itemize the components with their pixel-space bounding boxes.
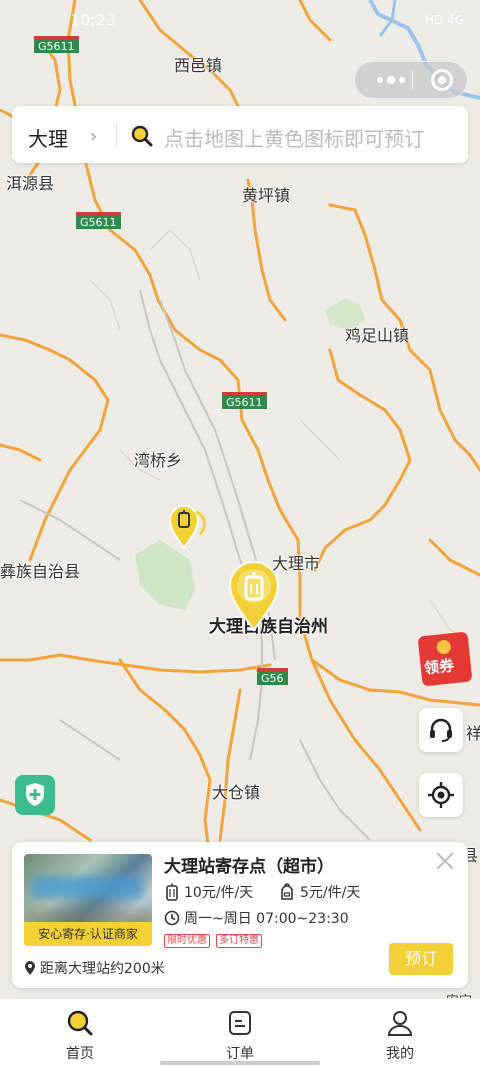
status-bar: 10:23 HD 4G <box>0 0 480 34</box>
home-indicator <box>160 1061 320 1065</box>
backpack-icon <box>281 883 293 900</box>
locate-icon <box>428 782 454 808</box>
search-icon <box>131 125 153 147</box>
miniprogram-capsule <box>354 61 468 99</box>
tab-home-label: 首页 <box>66 1046 94 1062</box>
search-placeholder[interactable]: 点击地图上黄色图标即可预订 <box>164 123 424 152</box>
search-bar[interactable]: 大理 › 点击地图上黄色图标即可预订 <box>12 106 468 163</box>
close-icon[interactable] <box>434 850 456 872</box>
shield-plus-icon <box>26 783 44 806</box>
coupon-label: 领券 <box>423 656 455 678</box>
tab-mine-label: 我的 <box>386 1046 414 1062</box>
certified-badge: 安心寄存·认证商家 <box>24 922 152 946</box>
road-shield-g5611: G5611 <box>76 212 121 229</box>
price-large-row: 10元/件/天 <box>164 882 253 902</box>
map-label-wanqiao: 湾桥乡 <box>134 451 183 470</box>
map-label-jizushan: 鸡足山镇 <box>345 326 410 345</box>
status-network: HD 4G <box>424 13 464 27</box>
customer-service-button[interactable] <box>419 708 463 752</box>
map-label-huangping: 黄坪镇 <box>242 186 291 205</box>
tab-mine[interactable]: 我的 <box>350 999 450 1067</box>
capsule-divider <box>412 71 413 89</box>
promo-tag-multi: 多订特惠 <box>216 934 262 948</box>
map-label-eryuan: 洱源县 <box>6 174 55 193</box>
book-button[interactable]: 预订 <box>389 943 453 975</box>
map-label-dacang: 大仓镇 <box>212 783 261 802</box>
locate-button[interactable] <box>419 773 463 817</box>
distance-text: 距离大理站约200米 <box>40 961 165 977</box>
insurance-button[interactable] <box>15 775 55 815</box>
hours-row: 周一~周日 07:00~23:30 <box>164 908 349 928</box>
large-luggage-icon <box>166 883 178 901</box>
tab-home[interactable]: 首页 <box>30 999 130 1067</box>
headset-icon <box>430 718 452 742</box>
road-shield-g56: G56 <box>257 668 288 685</box>
clock-icon <box>164 910 180 926</box>
promo-tag-limited: 限时优惠 <box>164 934 210 948</box>
road-shield-g5611: G5611 <box>222 392 267 409</box>
map-label-xiang: 祥 <box>466 724 480 743</box>
storage-marker[interactable] <box>166 504 206 550</box>
target-close-icon[interactable] <box>431 69 453 91</box>
tab-orders-label: 订单 <box>226 1046 254 1062</box>
coupon-button[interactable]: 领券 <box>417 631 473 687</box>
price-small: 5元/件/天 <box>300 885 361 901</box>
map-label-xiyi: 西邑镇 <box>174 56 223 75</box>
location-pin-icon <box>25 961 35 975</box>
tab-orders[interactable]: 订单 <box>190 999 290 1067</box>
tab-bar: 首页 订单 我的 <box>0 998 480 1067</box>
price-large: 10元/件/天 <box>184 885 254 901</box>
storage-point-card[interactable]: 安心寄存·认证商家 大理站寄存点（超市） 10元/件/天 5元/件/天 周一~周… <box>12 842 468 988</box>
distance-row: 距离大理站约200米 <box>24 958 165 978</box>
search-divider <box>116 124 117 146</box>
more-dots-icon[interactable] <box>371 62 411 98</box>
business-hours: 周一~周日 07:00~23:30 <box>184 911 349 927</box>
order-list-icon <box>229 1011 251 1035</box>
storage-marker-selected[interactable] <box>224 558 284 632</box>
storage-name: 大理站寄存点（超市） <box>164 857 334 877</box>
road-shield-g5611: G5611 <box>34 36 79 53</box>
search-icon <box>67 1010 93 1036</box>
user-icon <box>387 1011 413 1036</box>
map-label-yizu: 彝族自治县 <box>0 562 81 581</box>
city-selector[interactable]: 大理 <box>28 123 68 152</box>
status-time: 10:23 <box>70 10 117 30</box>
price-small-row: 5元/件/天 <box>278 882 360 902</box>
chevron-right-icon: › <box>90 126 98 147</box>
